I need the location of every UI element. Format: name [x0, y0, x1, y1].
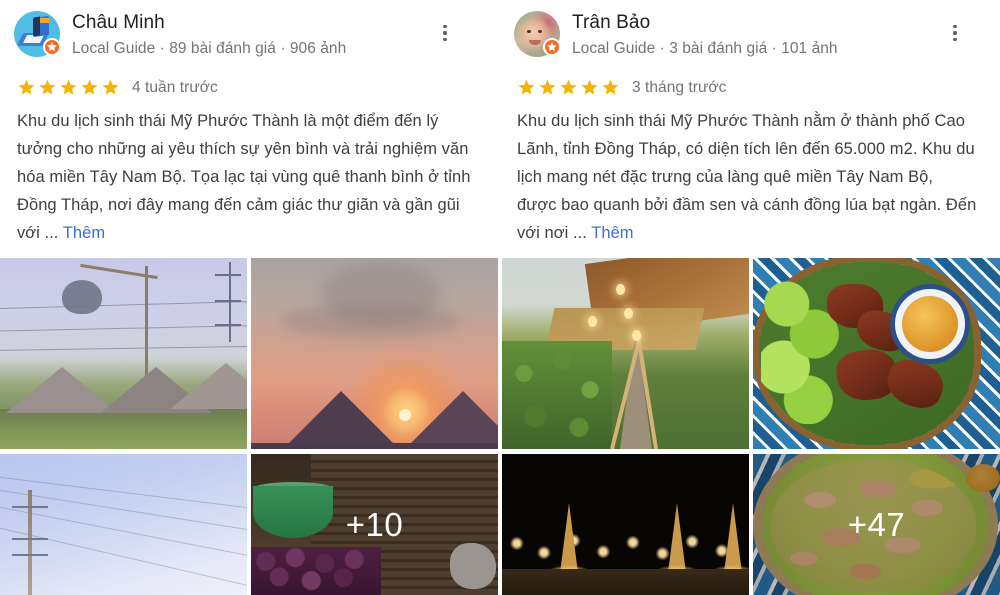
- photo-tile-bamboo-walkway-lotus-pond[interactable]: [502, 258, 749, 449]
- more-vert-icon-dot: [443, 37, 447, 42]
- roof-silhouette: [401, 391, 498, 449]
- pylon-arm: [215, 274, 241, 276]
- dipping-sauce-bowl: [890, 284, 970, 364]
- star-icon: [602, 79, 619, 95]
- star-rating: [517, 78, 620, 97]
- pole-crossbar: [12, 506, 48, 508]
- string-lights: [502, 525, 749, 571]
- more-vert-icon-dot: [443, 24, 447, 29]
- field-ground: [0, 409, 247, 449]
- hanging-lantern: [588, 316, 597, 327]
- pylon-arm: [215, 324, 241, 326]
- review-header: Trân Bảo Local Guide · 3 bài đánh giá · …: [514, 10, 984, 60]
- photo-tile-night-lanterns[interactable]: [502, 454, 749, 595]
- bamboo-lantern: [651, 503, 703, 589]
- review-text-content: Khu du lịch sinh thái Mỹ Phước Thành nằm…: [517, 112, 977, 242]
- more-photos-overlay[interactable]: +47: [753, 454, 1000, 595]
- review-text: Khu du lịch sinh thái Mỹ Phước Thành nằm…: [517, 107, 977, 247]
- more-vert-icon-dot: [953, 31, 957, 35]
- avatar-shape-book-spine: [33, 16, 40, 37]
- hanging-lantern: [624, 308, 633, 319]
- review-more-link[interactable]: Thêm: [63, 224, 105, 242]
- pole-crossbar: [12, 554, 48, 556]
- cloud: [281, 304, 461, 338]
- hanging-lamp: [62, 280, 102, 314]
- photo-tile-thatched-huts-at-dusk[interactable]: [0, 258, 247, 449]
- photo-tile-sunset-over-roofs[interactable]: [251, 258, 498, 449]
- dipping-sauce: [902, 296, 958, 352]
- hanging-lantern: [632, 330, 641, 341]
- star-icon: [81, 79, 98, 95]
- review-text: Khu du lịch sinh thái Mỹ Phước Thành là …: [17, 107, 477, 247]
- review-header: Châu Minh Local Guide · 89 bài đánh giá …: [14, 10, 484, 60]
- power-line: [0, 524, 247, 595]
- review-timestamp: 4 tuần trước: [132, 78, 218, 96]
- star-icon: [102, 79, 119, 95]
- photo-tile-market-stall-purple-fruit[interactable]: +10: [251, 454, 498, 595]
- pylon-arm: [215, 300, 241, 302]
- review-author-block: Trân Bảo Local Guide · 3 bài đánh giá · …: [572, 10, 838, 60]
- power-line: [0, 333, 247, 352]
- photo-tile-grilled-meat-with-lettuce[interactable]: [753, 258, 1000, 449]
- star-icon: [18, 79, 35, 95]
- star-icon: [518, 79, 535, 95]
- review-text-content: Khu du lịch sinh thái Mỹ Phước Thành là …: [17, 112, 471, 242]
- lotus-pond: [502, 341, 612, 449]
- bamboo-lantern: [707, 503, 749, 589]
- local-guide-badge-icon: [543, 38, 561, 56]
- hanging-lantern: [616, 284, 625, 295]
- review-overflow-menu-button[interactable]: [432, 18, 458, 48]
- roof-silhouette: [279, 391, 403, 449]
- review-card-2: Trân Bảo Local Guide · 3 bài đánh giá · …: [500, 0, 1000, 258]
- reviews-row: Châu Minh Local Guide · 89 bài đánh giá …: [0, 0, 1000, 258]
- avatar-photo-mouth: [529, 40, 541, 45]
- thatched-hut: [170, 363, 247, 409]
- review-rating-row: 3 tháng trước: [517, 78, 984, 97]
- foreground: [251, 443, 498, 449]
- avatar-photo-eye: [538, 30, 542, 33]
- star-icon: [539, 79, 556, 95]
- review-card-1: Châu Minh Local Guide · 89 bài đánh giá …: [0, 0, 500, 258]
- local-guide-badge-icon: [43, 38, 61, 56]
- photo-tile-power-pole-pale-sky[interactable]: [0, 454, 247, 595]
- review-author-block: Châu Minh Local Guide · 89 bài đánh giá …: [72, 10, 346, 60]
- review-more-link[interactable]: Thêm: [591, 224, 633, 242]
- photo-tile-shrimp-salad-plate[interactable]: +47: [753, 454, 1000, 595]
- star-icon: [60, 79, 77, 95]
- review-author-meta: Local Guide · 3 bài đánh giá · 101 ảnh: [572, 40, 838, 57]
- star-icon: [560, 79, 577, 95]
- review-rating-row: 4 tuần trước: [17, 78, 484, 97]
- avatar-shape-bookmark: [40, 18, 49, 23]
- more-vert-icon-dot: [953, 37, 957, 42]
- review-author-name: Trân Bảo: [572, 12, 651, 33]
- review-timestamp: 3 tháng trước: [632, 78, 727, 96]
- star-rating: [17, 78, 120, 97]
- foreground-railing: [502, 569, 749, 595]
- pole-crossbar: [12, 538, 48, 540]
- review-author-name: Châu Minh: [72, 12, 165, 33]
- bamboo-lantern: [543, 503, 595, 589]
- more-photos-overlay[interactable]: +10: [251, 454, 498, 595]
- reviews-photos-panel: Châu Minh Local Guide · 89 bài đánh giá …: [0, 0, 1000, 595]
- power-line: [0, 279, 247, 310]
- photo-grid: +10 +47: [0, 258, 1000, 595]
- avatar-photo-eye: [527, 30, 531, 33]
- power-line: [0, 309, 247, 332]
- more-vert-icon-dot: [443, 31, 447, 35]
- review-overflow-menu-button[interactable]: [942, 18, 968, 48]
- more-vert-icon-dot: [953, 24, 957, 29]
- review-author-meta: Local Guide · 89 bài đánh giá · 906 ảnh: [72, 40, 347, 57]
- star-icon: [581, 79, 598, 95]
- star-icon: [39, 79, 56, 95]
